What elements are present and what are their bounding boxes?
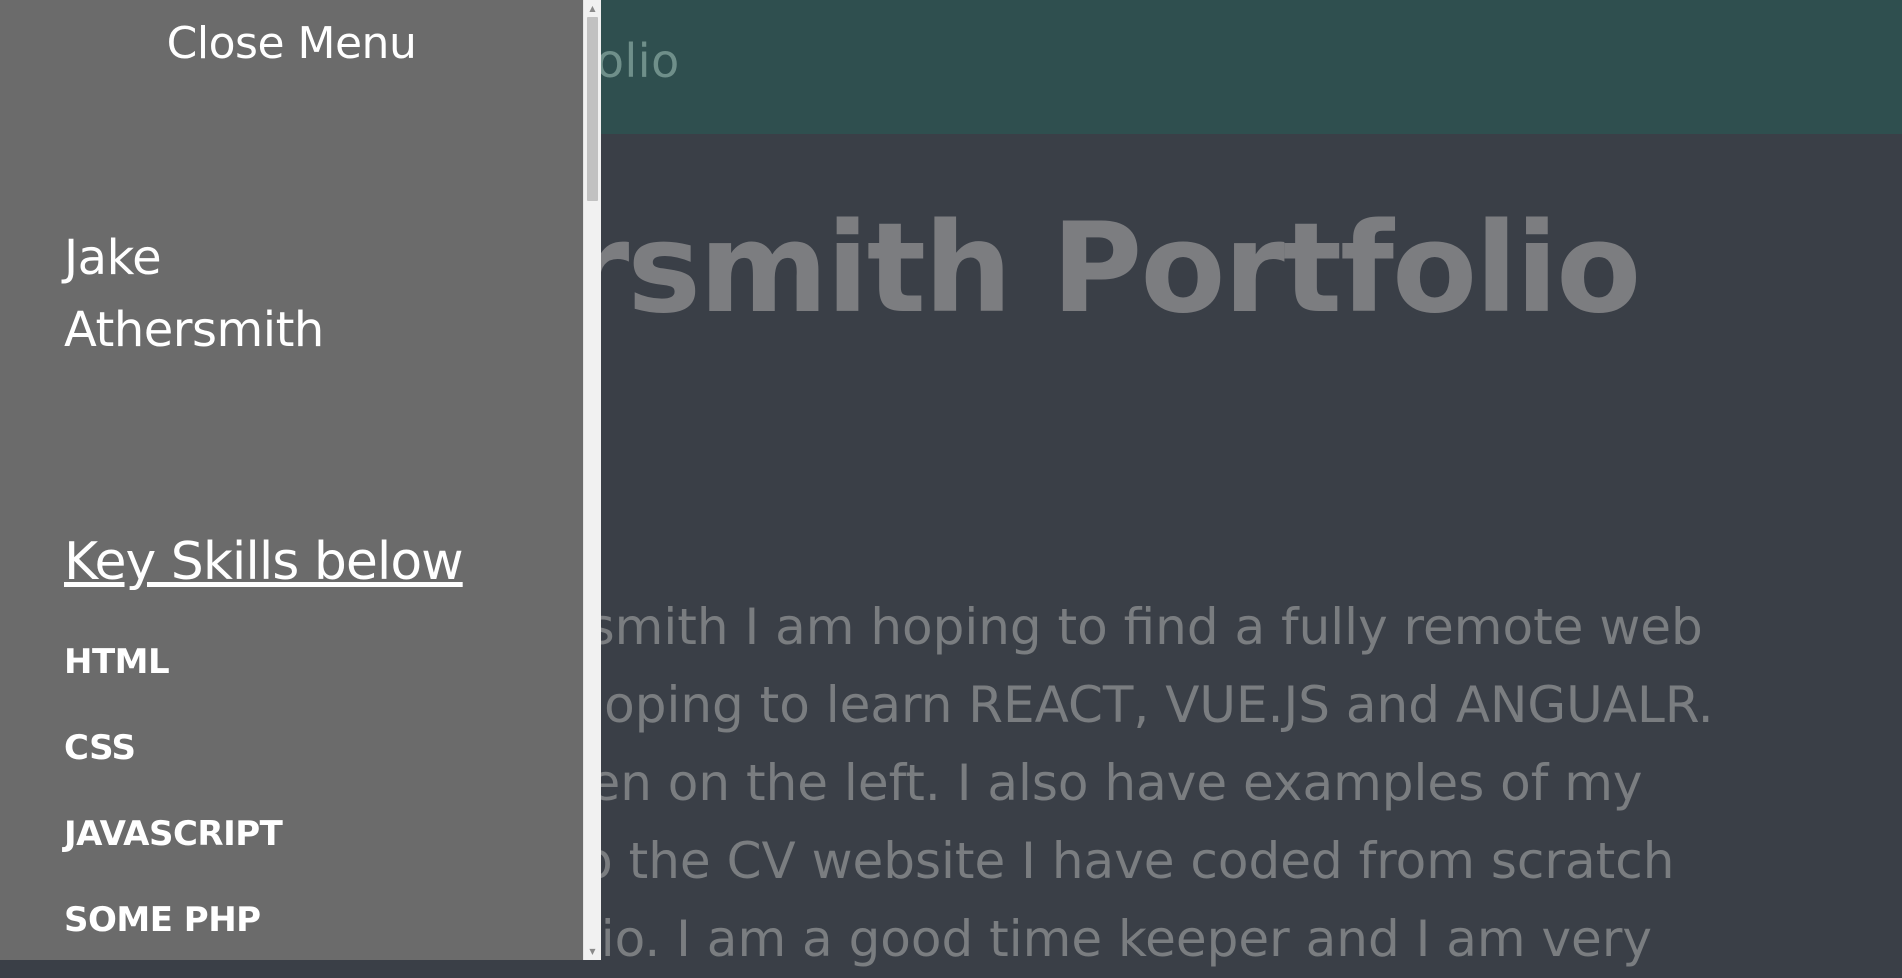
skill-item-css: CSS bbox=[64, 728, 136, 768]
side-menu: Close Menu Jake Athersmith Key Skills be… bbox=[0, 0, 583, 960]
name-first: Jake bbox=[64, 230, 162, 286]
intro-paragraph: thersmith I am hoping to find a fully re… bbox=[486, 588, 1886, 978]
intro-line: lso hoping to learn REACT, VUE.JS and AN… bbox=[486, 676, 1714, 734]
page-title: ersmith Portfolio bbox=[486, 197, 1641, 341]
name-last: Athersmith bbox=[64, 302, 324, 358]
skill-item-html: HTML bbox=[64, 642, 170, 682]
scroll-down-arrow-icon[interactable]: ▼ bbox=[584, 943, 601, 960]
scroll-up-arrow-icon[interactable]: ▲ bbox=[584, 0, 601, 17]
scroll-thumb[interactable] bbox=[587, 17, 598, 201]
skills-heading: Key Skills below bbox=[64, 532, 464, 592]
intro-line: thersmith I am hoping to find a fully re… bbox=[486, 598, 1703, 656]
skill-item-javascript: JAVASCRIPT bbox=[64, 814, 283, 854]
side-menu-scrollbar[interactable]: ▲ ▼ bbox=[583, 0, 601, 960]
intro-line: nk to the CV website I have coded from s… bbox=[486, 832, 1675, 890]
intro-line: Studio. I am a good time keeper and I am… bbox=[486, 910, 1652, 968]
profile-name: Jake Athersmith bbox=[64, 222, 324, 366]
close-menu-button[interactable]: Close Menu bbox=[0, 18, 583, 69]
skill-item-php: SOME PHP bbox=[64, 900, 261, 940]
skills-list: HTML CSS JAVASCRIPT SOME PHP bbox=[64, 640, 283, 960]
intro-line: e seen on the left. I also have examples… bbox=[486, 754, 1643, 812]
